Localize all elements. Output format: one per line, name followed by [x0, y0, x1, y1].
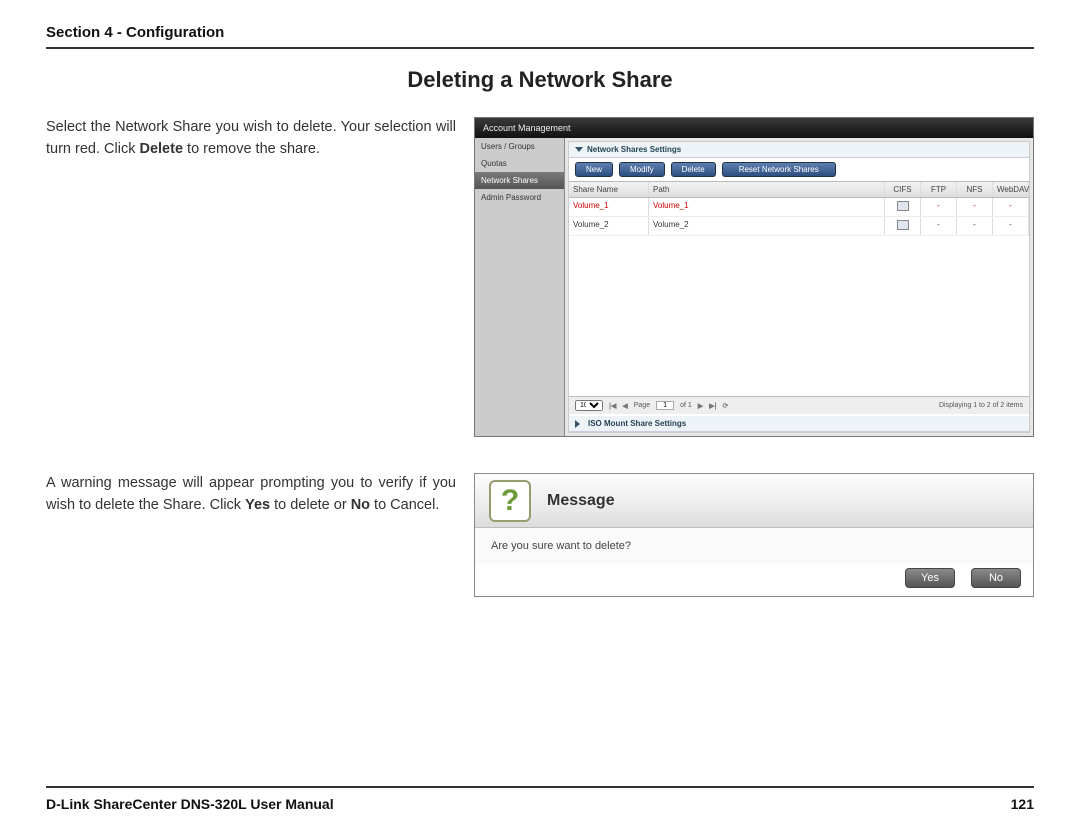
col-ftp: FTP	[921, 182, 957, 197]
cell-cifs	[885, 217, 921, 235]
prev-page-icon[interactable]: ◀	[622, 402, 627, 410]
cifs-icon	[897, 201, 909, 211]
delete-confirm-dialog: ? Message Are you sure want to delete? Y…	[474, 473, 1034, 597]
dialog-header: ? Message	[475, 474, 1033, 528]
sidebar-item-network-shares[interactable]: Network Shares	[475, 172, 564, 189]
para2-c: to delete or	[270, 497, 351, 513]
chevron-right-icon	[575, 420, 584, 428]
toolbar: New Modify Delete Reset Network Shares	[569, 158, 1029, 181]
pager-summary: Displaying 1 to 2 of 2 items	[939, 402, 1023, 409]
cell-name: Volume_1	[569, 198, 649, 216]
table-row[interactable]: Volume_1 Volume_1 - - -	[569, 198, 1029, 217]
page-title: Deleting a Network Share	[46, 67, 1034, 93]
cell-ftp: -	[921, 198, 957, 216]
cell-webdav: -	[993, 217, 1029, 235]
footer-page-number: 121	[1011, 796, 1034, 812]
dialog-message: Are you sure want to delete?	[475, 528, 1033, 564]
question-icon: ?	[489, 480, 531, 522]
para1-post: to remove the share.	[183, 141, 320, 157]
cell-cifs	[885, 198, 921, 216]
first-page-icon[interactable]: |◀	[609, 402, 616, 410]
footer-manual-name: D-Link ShareCenter DNS-320L User Manual	[46, 796, 334, 812]
col-path: Path	[649, 182, 885, 197]
page-label: Page	[634, 402, 650, 409]
refresh-icon[interactable]: ⟳	[723, 402, 729, 410]
dialog-buttons: Yes No	[905, 568, 1021, 588]
page-footer: D-Link ShareCenter DNS-320L User Manual …	[46, 786, 1034, 812]
block-2: A warning message will appear prompting …	[46, 473, 1034, 597]
cell-webdav: -	[993, 198, 1029, 216]
col-nfs: NFS	[957, 182, 993, 197]
network-shares-screenshot: Account Management Users / Groups Quotas…	[474, 117, 1034, 437]
sidebar-item-quotas[interactable]: Quotas	[475, 155, 564, 172]
sidebar-item-admin-password[interactable]: Admin Password	[475, 189, 564, 206]
table-row[interactable]: Volume_2 Volume_2 - - -	[569, 217, 1029, 236]
grid-body: Volume_1 Volume_1 - - - Volume_2 Volume_…	[569, 198, 1029, 396]
last-page-icon[interactable]: ▶|	[709, 402, 716, 410]
para2-no: No	[351, 497, 370, 513]
new-button[interactable]: New	[575, 162, 613, 177]
yes-button[interactable]: Yes	[905, 568, 955, 588]
cell-path: Volume_1	[649, 198, 885, 216]
panel-title: Network Shares Settings	[587, 145, 681, 154]
sidebar-item-users-groups[interactable]: Users / Groups	[475, 138, 564, 155]
iso-mount-share-settings-panel[interactable]: ISO Mount Share Settings	[569, 416, 1029, 432]
cell-path: Volume_2	[649, 217, 885, 235]
network-shares-settings-panel[interactable]: Network Shares Settings	[569, 142, 1029, 158]
no-button[interactable]: No	[971, 568, 1021, 588]
col-webdav: WebDAV	[993, 182, 1029, 197]
cifs-icon	[897, 220, 909, 230]
cell-name: Volume_2	[569, 217, 649, 235]
modify-button[interactable]: Modify	[619, 162, 665, 177]
para2-yes: Yes	[245, 497, 270, 513]
cell-ftp: -	[921, 217, 957, 235]
block-1: Select the Network Share you wish to del…	[46, 117, 1034, 437]
para2-d: to Cancel.	[370, 497, 439, 513]
delete-button[interactable]: Delete	[671, 162, 716, 177]
instruction-1: Select the Network Share you wish to del…	[46, 117, 456, 437]
reset-network-shares-button[interactable]: Reset Network Shares	[722, 162, 836, 177]
page-input[interactable]	[656, 401, 674, 410]
iso-panel-title: ISO Mount Share Settings	[588, 419, 686, 428]
cell-nfs: -	[957, 217, 993, 235]
col-cifs: CIFS	[885, 182, 921, 197]
next-page-icon[interactable]: ▶	[698, 402, 703, 410]
cell-nfs: -	[957, 198, 993, 216]
para1-bold: Delete	[139, 141, 183, 157]
dialog-title: Message	[547, 492, 615, 510]
account-management-bar: Account Management	[475, 118, 1033, 138]
page-of: of 1	[680, 402, 692, 409]
col-share-name: Share Name	[569, 182, 649, 197]
per-page-select[interactable]: 10	[575, 400, 603, 411]
section-header: Section 4 - Configuration	[46, 24, 1034, 49]
sidebar: Users / Groups Quotas Network Shares Adm…	[475, 138, 565, 436]
grid-header: Share Name Path CIFS FTP NFS WebDAV	[569, 181, 1029, 198]
instruction-2: A warning message will appear prompting …	[46, 473, 456, 597]
grid-footer: 10 |◀ ◀ Page of 1 ▶ ▶| ⟳ Displaying 1 to…	[569, 396, 1029, 414]
chevron-down-icon	[575, 147, 583, 152]
